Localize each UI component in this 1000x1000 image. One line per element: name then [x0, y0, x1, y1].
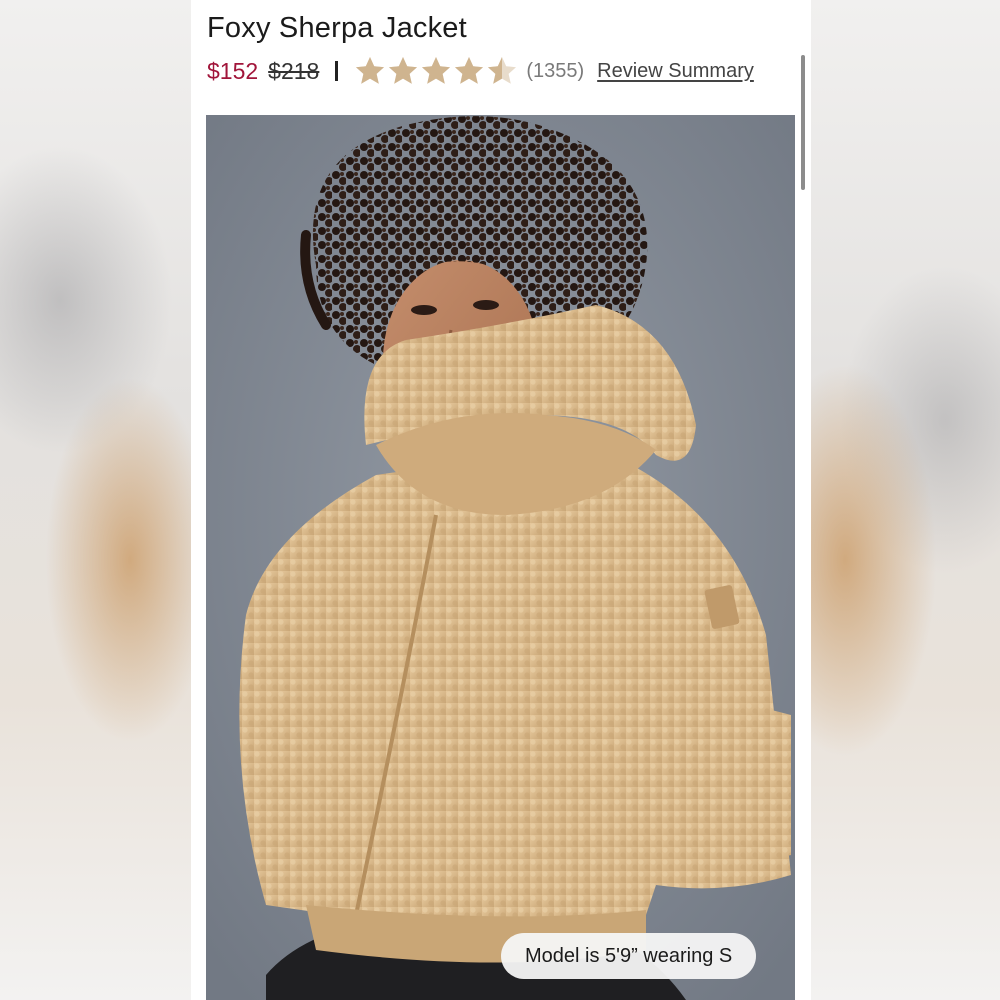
- product-title: Foxy Sherpa Jacket: [207, 12, 467, 44]
- star-icon: [455, 57, 484, 84]
- review-count: (1355): [526, 59, 585, 82]
- model-illustration: [206, 115, 795, 1000]
- blurred-backdrop-left: [0, 0, 195, 1000]
- sale-price: $152: [207, 57, 259, 84]
- scrollbar[interactable]: [801, 55, 805, 190]
- star-icon: [389, 57, 418, 84]
- product-photo[interactable]: Model is 5'9” wearing S: [206, 115, 795, 1000]
- product-page: Foxy Sherpa Jacket $152 $218 (1355) Revi…: [191, 0, 811, 1000]
- star-icon: [488, 57, 517, 84]
- star-rating[interactable]: [354, 55, 518, 87]
- star-icon: [356, 57, 385, 84]
- model-info-badge: Model is 5'9” wearing S: [501, 933, 757, 979]
- review-summary-link[interactable]: Review Summary: [597, 60, 754, 83]
- star-icon: [422, 57, 451, 84]
- divider: [335, 61, 339, 81]
- blurred-backdrop-right: [805, 0, 1000, 1000]
- price-rating-row: $152 $218 (1355) Review Summary: [207, 56, 754, 86]
- original-price: $218: [268, 57, 320, 84]
